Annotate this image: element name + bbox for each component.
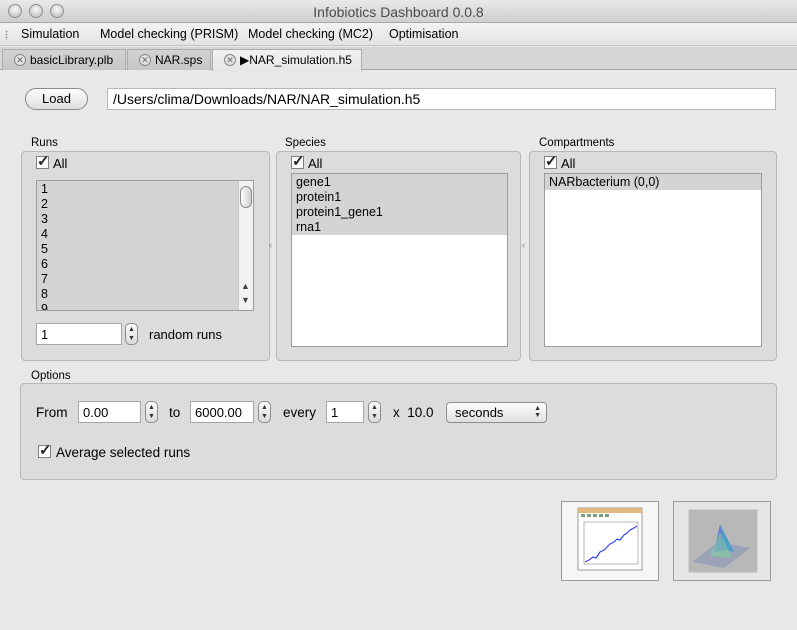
every-input[interactable]: 1 <box>326 401 364 423</box>
units-select-value: seconds <box>455 405 504 420</box>
every-label: every <box>283 405 317 420</box>
close-icon[interactable]: ✕ <box>14 54 26 66</box>
species-all-checkbox[interactable] <box>291 152 305 170</box>
from-stepper[interactable]: ▲ ▼ <box>145 401 158 423</box>
splitter-handle[interactable]: ‹ <box>269 240 272 250</box>
menu-model-checking-mc2[interactable]: Model checking (MC2) <box>248 27 373 41</box>
list-item[interactable]: 7 <box>41 272 48 287</box>
runs-scrollbar[interactable]: ▲ ▼ <box>238 181 253 310</box>
list-item[interactable]: 9 <box>41 302 48 310</box>
random-runs-label: random runs <box>149 327 222 342</box>
file-path-field[interactable]: /Users/clima/Downloads/NAR/NAR_simulatio… <box>107 88 776 110</box>
random-runs-stepper[interactable]: ▲ ▼ <box>125 323 138 345</box>
list-item[interactable]: protein1_gene1 <box>296 205 383 220</box>
surface-plot-icon <box>688 509 758 573</box>
timeseries-plot-button[interactable] <box>561 501 659 581</box>
menu-bar: Simulation Model checking (PRISM) Model … <box>0 23 797 46</box>
from-label: From <box>36 405 68 420</box>
options-panel: From 0.00 ▲ ▼ to 6000.00 ▲ ▼ every 1 ▲ ▼ x … <box>20 383 777 480</box>
runs-group-label: Runs <box>31 137 58 149</box>
list-item[interactable]: 8 <box>41 287 48 302</box>
tab-basiclibrary[interactable]: ✕ basicLibrary.plb <box>2 49 126 70</box>
load-button[interactable]: Load <box>25 88 88 110</box>
title-bar: Infobiotics Dashboard 0.0.8 <box>0 0 797 23</box>
list-item[interactable]: 5 <box>41 242 48 257</box>
runs-all-checkbox[interactable] <box>36 152 50 170</box>
to-input[interactable]: 6000.00 <box>190 401 254 423</box>
species-panel: All gene1 protein1 protein1_gene1 rna1 <box>276 151 521 361</box>
list-item[interactable]: protein1 <box>296 190 341 205</box>
average-runs-checkbox[interactable] <box>38 441 52 459</box>
list-item[interactable]: 6 <box>41 257 48 272</box>
to-label: to <box>169 405 181 420</box>
units-select[interactable]: seconds ▲ ▼ <box>446 402 547 423</box>
close-icon[interactable]: ✕ <box>224 54 236 66</box>
menu-model-checking-prism[interactable]: Model checking (PRISM) <box>100 27 238 41</box>
species-all-label: All <box>308 156 323 171</box>
tab-nar-sps[interactable]: ✕ NAR.sps <box>127 49 211 70</box>
average-runs-label: Average selected runs <box>56 445 191 460</box>
compartments-all-checkbox[interactable] <box>544 152 558 170</box>
tab-bar: ✕ basicLibrary.plb ✕ NAR.sps ✕ ▶NAR_simu… <box>0 47 797 71</box>
menu-simulation[interactable]: Simulation <box>21 27 79 41</box>
list-item[interactable]: 3 <box>41 212 48 227</box>
close-icon[interactable]: ✕ <box>139 54 151 66</box>
tab-nar-simulation[interactable]: ✕ ▶NAR_simulation.h5 <box>212 49 362 71</box>
species-list[interactable]: gene1 protein1 protein1_gene1 rna1 <box>291 173 508 347</box>
scroll-down-icon[interactable]: ▼ <box>241 295 250 305</box>
list-item[interactable]: 4 <box>41 227 48 242</box>
compartments-list[interactable]: NARbacterium (0,0) <box>544 173 762 347</box>
window-title: Infobiotics Dashboard 0.0.8 <box>313 4 484 20</box>
species-group-label: Species <box>285 137 326 149</box>
compartments-panel: All NARbacterium (0,0) <box>529 151 777 361</box>
runs-list[interactable]: 1 2 3 4 5 6 7 8 9 ▲ ▼ <box>36 180 254 311</box>
runs-all-label: All <box>53 156 68 171</box>
compartments-all-label: All <box>561 156 576 171</box>
options-group-label: Options <box>31 370 71 382</box>
every-stepper[interactable]: ▲ ▼ <box>368 401 381 423</box>
menu-optimisation[interactable]: Optimisation <box>389 27 458 41</box>
updown-arrows-icon: ▲ ▼ <box>534 405 541 419</box>
multiplier-label: x 10.0 <box>393 405 434 420</box>
surface-plot-button[interactable] <box>673 501 771 581</box>
compartments-group-label: Compartments <box>539 137 615 149</box>
list-item[interactable]: gene1 <box>296 175 331 190</box>
random-runs-input[interactable]: 1 <box>36 323 122 345</box>
runs-panel: All 1 2 3 4 5 6 7 8 9 ▲ ▼ 1 ▲▼ random ru… <box>21 151 270 361</box>
scroll-up-icon[interactable]: ▲ <box>241 281 250 291</box>
list-item[interactable]: NARbacterium (0,0) <box>549 175 659 190</box>
list-item[interactable]: 2 <box>41 197 48 212</box>
grip-icon <box>5 30 8 40</box>
scroll-thumb[interactable] <box>240 186 252 208</box>
splitter-handle[interactable]: ‹ <box>522 240 525 250</box>
line-plot-icon <box>577 507 643 571</box>
list-item[interactable]: rna1 <box>296 220 321 235</box>
list-item[interactable]: 1 <box>41 182 48 197</box>
to-stepper[interactable]: ▲ ▼ <box>258 401 271 423</box>
from-input[interactable]: 0.00 <box>78 401 141 423</box>
